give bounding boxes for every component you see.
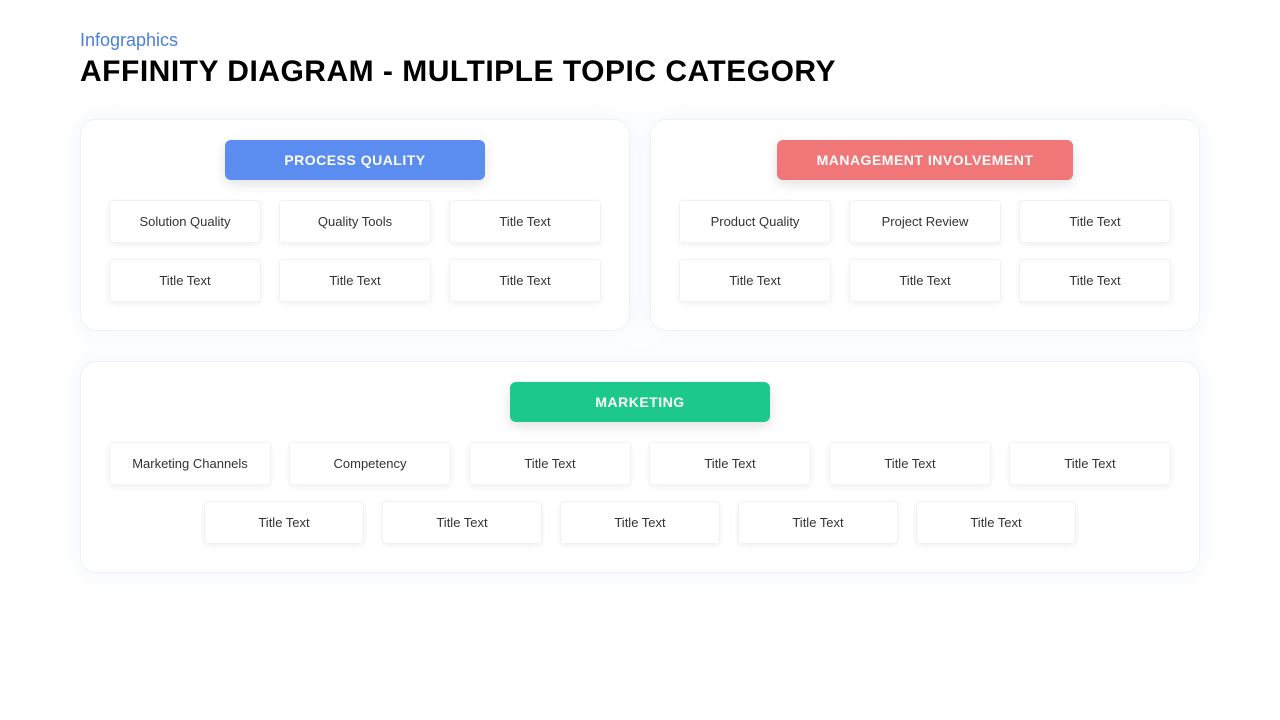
header-title: AFFINITY DIAGRAM - MULTIPLE TOPIC CATEGO… — [80, 55, 1200, 89]
category-panel-management-involvement: MANAGEMENT INVOLVEMENT Product Quality P… — [650, 119, 1200, 331]
item-card: Title Text — [1019, 259, 1171, 302]
category-header-process-quality: PROCESS QUALITY — [225, 140, 485, 180]
item-card: Quality Tools — [279, 200, 431, 243]
items-grid-management-involvement: Product Quality Project Review Title Tex… — [679, 200, 1171, 302]
item-card: Title Text — [649, 442, 811, 485]
item-card: Title Text — [382, 501, 542, 544]
category-header-management-involvement: MANAGEMENT INVOLVEMENT — [777, 140, 1074, 180]
item-card: Title Text — [449, 200, 601, 243]
items-grid-process-quality: Solution Quality Quality Tools Title Tex… — [109, 200, 601, 302]
header-subtitle: Infographics — [80, 30, 1200, 51]
item-card: Title Text — [679, 259, 831, 302]
top-category-row: PROCESS QUALITY Solution Quality Quality… — [80, 119, 1200, 331]
item-card: Title Text — [469, 442, 631, 485]
page-header: Infographics AFFINITY DIAGRAM - MULTIPLE… — [80, 30, 1200, 89]
item-card: Competency — [289, 442, 451, 485]
item-card: Title Text — [109, 259, 261, 302]
item-card: Title Text — [449, 259, 601, 302]
item-card: Title Text — [916, 501, 1076, 544]
items-grid-marketing-row1: Marketing Channels Competency Title Text… — [109, 442, 1171, 485]
items-grid-marketing-row2: Title Text Title Text Title Text Title T… — [109, 501, 1171, 544]
item-card: Marketing Channels — [109, 442, 271, 485]
item-card: Title Text — [560, 501, 720, 544]
category-header-marketing: MARKETING — [510, 382, 770, 422]
item-card: Title Text — [204, 501, 364, 544]
item-card: Solution Quality — [109, 200, 261, 243]
category-panel-process-quality: PROCESS QUALITY Solution Quality Quality… — [80, 119, 630, 331]
item-card: Title Text — [849, 259, 1001, 302]
item-card: Title Text — [829, 442, 991, 485]
item-card: Title Text — [279, 259, 431, 302]
item-card: Project Review — [849, 200, 1001, 243]
item-card: Product Quality — [679, 200, 831, 243]
item-card: Title Text — [1009, 442, 1171, 485]
item-card: Title Text — [1019, 200, 1171, 243]
item-card: Title Text — [738, 501, 898, 544]
category-panel-marketing: MARKETING Marketing Channels Competency … — [80, 361, 1200, 573]
